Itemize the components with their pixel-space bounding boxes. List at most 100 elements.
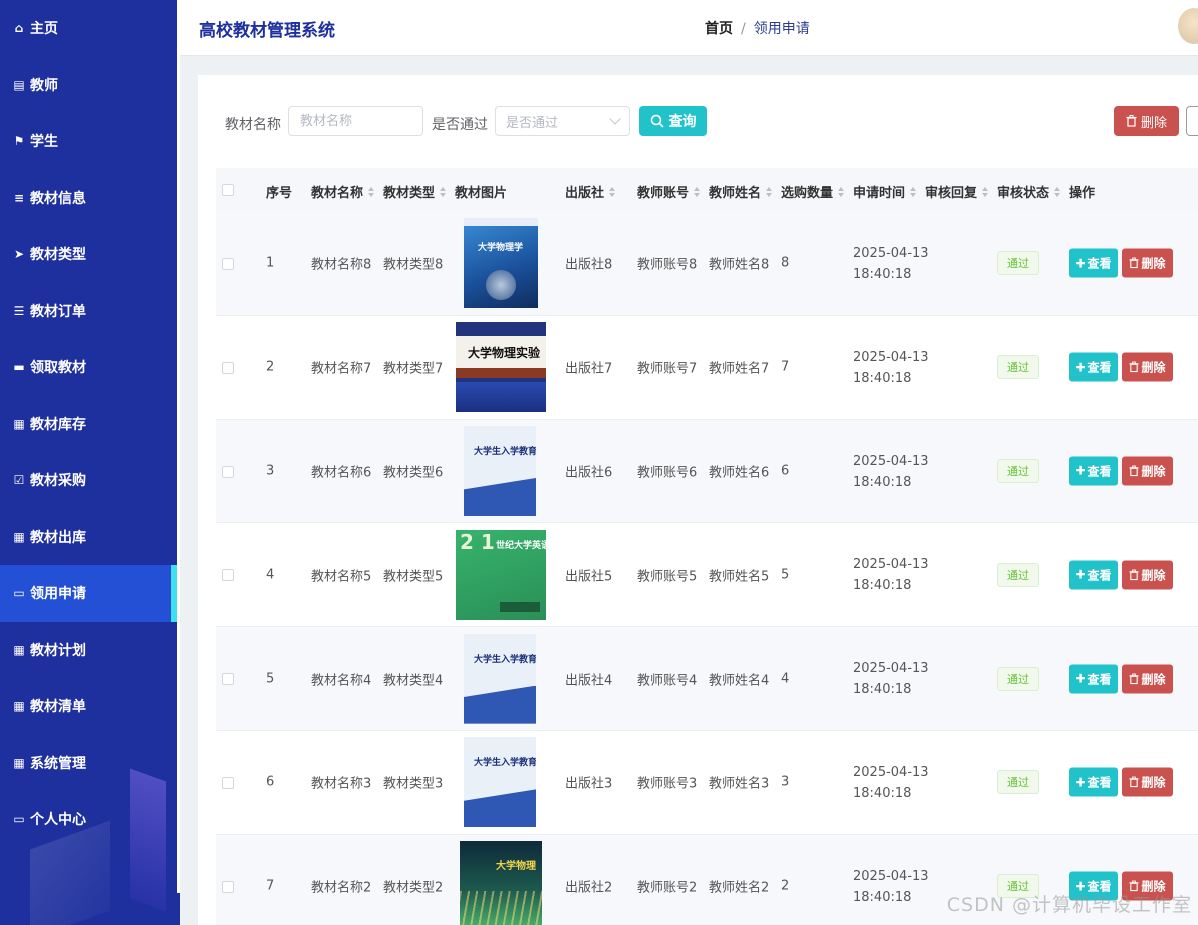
column-header-label: 教材图片	[455, 186, 508, 201]
sidebar-item[interactable]: ⌂ 主页	[0, 0, 180, 57]
view-button[interactable]: ✚ 查看	[1069, 456, 1118, 486]
watermark: CSDN @计算机毕设工作室	[946, 894, 1192, 916]
cell-publisher: 出版社5	[565, 569, 613, 585]
status-badge: 通过	[997, 562, 1039, 587]
delete-button[interactable]: 删除	[1122, 767, 1173, 797]
column-header[interactable]: 审核状态	[997, 182, 1061, 201]
cell-quantity: 6	[781, 463, 790, 479]
table-row[interactable]: 3 教材名称6 教材类型6 大学生入学教育 出版社6 教师账号6 教师姓名6 6 2025-04…	[216, 419, 1198, 524]
row-checkbox[interactable]	[222, 361, 234, 374]
table-row[interactable]: 6 教材名称3 教材类型3 大学生入学教育 出版社3 教师账号3 教师姓名3 3 2025-04…	[216, 731, 1198, 835]
trash-icon	[1129, 673, 1140, 684]
apply-table: 序号 教材名称 教材类型 教材图片 出版社 教师账号 教师姓名 选购数量 申请时间 审核回复 审核状…	[216, 168, 1198, 925]
apply-date: 2025-04-13	[853, 246, 929, 261]
sidebar-item[interactable]: ▤ 教师	[0, 57, 180, 114]
view-button[interactable]: ✚ 查看	[1069, 664, 1118, 694]
column-header[interactable]: 教师账号	[637, 182, 701, 201]
sort-icon[interactable]	[910, 186, 917, 197]
sidebar-item-label: 领取教材	[30, 360, 86, 377]
table-row[interactable]: 2 教材名称7 教材类型7 大学物理实验 出版社7 教师账号7 教师姓名7 7 2025-04-…	[216, 316, 1198, 420]
sort-icon[interactable]	[694, 186, 701, 197]
column-header[interactable]: 教材名称	[311, 182, 375, 201]
plus-icon: ✚	[1075, 256, 1086, 271]
sidebar-item[interactable]: ▦ 教材清单	[0, 678, 180, 735]
row-checkbox[interactable]	[222, 673, 234, 686]
home-icon: ⌂	[14, 21, 24, 36]
batch-delete-button[interactable]: 删除	[1114, 106, 1179, 136]
delete-button-label: 删除	[1141, 256, 1166, 271]
table-row[interactable]: 5 教材名称4 教材类型4 大学生入学教育 出版社4 教师账号4 教师姓名4 4 2025-04…	[216, 627, 1198, 731]
status-badge: 通过	[997, 770, 1039, 795]
select-all-checkbox[interactable]	[222, 184, 234, 196]
card-icon: ▭	[13, 812, 25, 827]
sidebar: ⌂ 主页 ▤ 教师 ⚑ 学生 ≡ 教材信息 ➤ 教材类型 ☰ 教材订单 ▬ 领取教材 ▦ 教材库存 ☑ 教材采购 ▦…	[0, 0, 180, 925]
row-checkbox[interactable]	[222, 880, 234, 893]
sort-icon[interactable]	[440, 186, 447, 197]
sort-icon[interactable]	[766, 186, 773, 197]
name-filter-label: 教材名称	[225, 117, 281, 133]
sort-icon[interactable]	[1054, 186, 1061, 197]
column-header[interactable]: 教材类型	[383, 182, 447, 201]
breadcrumb-separator: /	[741, 21, 746, 37]
column-header-label: 教师账号	[637, 186, 690, 201]
row-checkbox[interactable]	[222, 465, 234, 478]
cell-apply-time: 2025-04-13 18:40:18	[853, 866, 929, 908]
cell-teacher-name: 教师姓名5	[709, 569, 770, 585]
sidebar-item[interactable]: ≡ 教材信息	[0, 170, 180, 227]
column-header[interactable]: 申请时间	[853, 182, 917, 201]
trash-icon	[1129, 361, 1140, 373]
column-header[interactable]: 教师姓名	[709, 182, 773, 201]
sidebar-item[interactable]: ⚑ 学生	[0, 113, 180, 170]
avatar[interactable]	[1178, 8, 1198, 44]
row-checkbox[interactable]	[222, 776, 234, 789]
sidebar-item[interactable]: ☰ 教材订单	[0, 283, 180, 340]
sort-icon[interactable]	[368, 186, 375, 197]
table-row[interactable]: 4 教材名称5 教材类型5 2 1 世纪大学英语 出版社5 教师账号5 教师姓名5 5 2025-…	[216, 523, 1198, 628]
apply-clock: 18:40:18	[853, 889, 912, 905]
view-button[interactable]: ✚ 查看	[1069, 560, 1118, 590]
apply-clock: 18:40:18	[853, 267, 912, 282]
breadcrumb-current: 领用申请	[753, 21, 810, 37]
plus-icon: ✚	[1075, 671, 1086, 686]
sidebar-item[interactable]: ▭ 领用申请	[0, 565, 180, 622]
sidebar-item[interactable]: ▬ 领取教材	[0, 339, 180, 396]
sidebar-item[interactable]: ▦ 教材库存	[0, 396, 180, 453]
column-header-label: 出版社	[565, 186, 605, 201]
cell-apply-time: 2025-04-13 18:40:18	[853, 762, 929, 804]
delete-button[interactable]: 删除	[1122, 560, 1173, 590]
sort-icon[interactable]	[982, 186, 989, 197]
column-header[interactable]: 审核回复	[925, 182, 989, 201]
column-header[interactable]: 选购数量	[781, 182, 845, 201]
sliders-icon: ☰	[13, 303, 25, 318]
sidebar-item[interactable]: ☑ 教材采购	[0, 452, 180, 509]
sidebar-item[interactable]: ➤ 教材类型	[0, 226, 180, 283]
delete-button[interactable]: 删除	[1122, 352, 1173, 382]
cell-teacher-account: 教师账号3	[637, 776, 698, 792]
view-button[interactable]: ✚ 查看	[1069, 248, 1118, 278]
view-button-label: 查看	[1087, 775, 1112, 790]
delete-button[interactable]: 删除	[1122, 248, 1173, 278]
delete-button[interactable]: 删除	[1122, 664, 1173, 694]
cell-publisher: 出版社2	[565, 880, 613, 896]
delete-button[interactable]: 删除	[1122, 456, 1173, 486]
cell-quantity: 4	[781, 671, 790, 687]
table-row[interactable]: 1 教材名称8 教材类型8 大学物理学 出版社8 教师账号8 教师姓名8 8 2025-04-1…	[216, 212, 1198, 316]
cell-apply-time: 2025-04-13 18:40:18	[853, 451, 929, 493]
query-button[interactable]: 查询	[639, 106, 707, 136]
book-cover-image: 大学生入学教育	[464, 633, 536, 724]
view-button[interactable]: ✚ 查看	[1069, 352, 1118, 382]
sort-icon[interactable]	[838, 186, 845, 197]
name-search-input[interactable]	[288, 106, 423, 136]
breadcrumb-home[interactable]: 首页	[705, 21, 733, 37]
sort-icon[interactable]	[609, 186, 616, 197]
sidebar-item[interactable]: ▦ 教材出库	[0, 509, 180, 566]
sidebar-item[interactable]: ▦ 教材计划	[0, 622, 180, 679]
pass-select[interactable]: 是否通过	[495, 106, 630, 136]
search-icon	[650, 114, 664, 128]
view-button[interactable]: ✚ 查看	[1069, 767, 1118, 797]
row-checkbox[interactable]	[222, 258, 234, 270]
extra-button[interactable]	[1186, 106, 1198, 136]
row-checkbox[interactable]	[222, 569, 234, 582]
column-header[interactable]: 出版社	[565, 182, 616, 201]
apply-clock: 18:40:18	[853, 370, 912, 386]
